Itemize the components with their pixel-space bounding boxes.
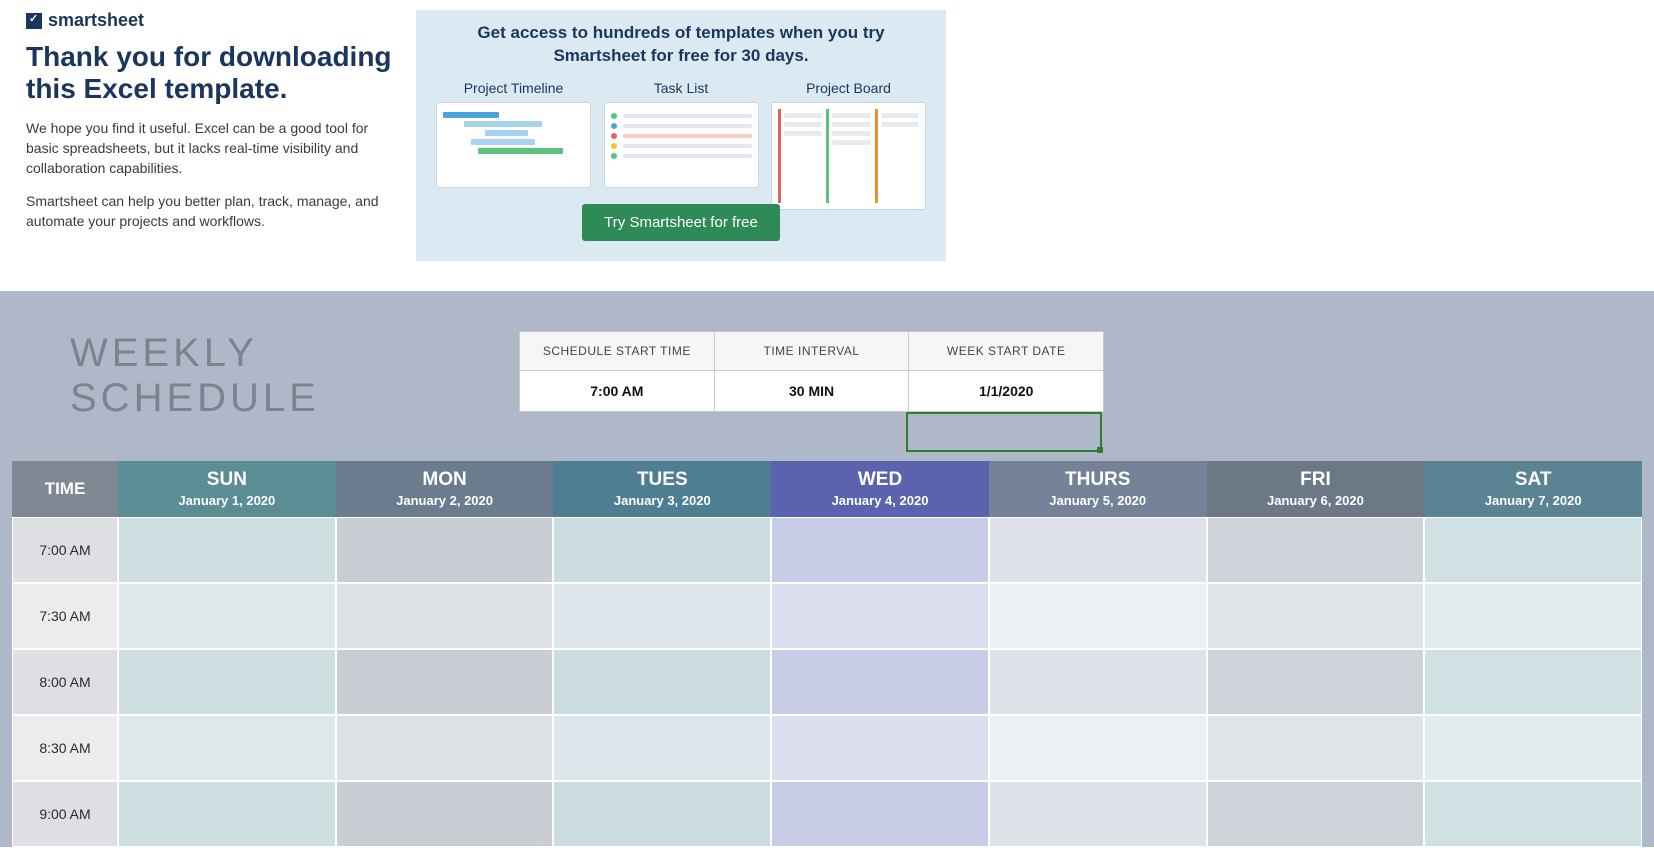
calendar-cell[interactable] — [553, 715, 771, 781]
calendar-cell[interactable] — [771, 715, 989, 781]
calendar-cell[interactable] — [118, 649, 336, 715]
time-header: TIME — [12, 461, 118, 517]
time-slot: 9:00 AM — [12, 781, 118, 847]
day-header: TUESJanuary 3, 2020 — [553, 461, 771, 517]
calendar-cell[interactable] — [1424, 583, 1642, 649]
time-column: TIME7:00 AM7:30 AM8:00 AM8:30 AM9:00 AM — [12, 461, 118, 847]
calendar-cell[interactable] — [771, 517, 989, 583]
calendar-cell[interactable] — [336, 715, 554, 781]
calendar-cell[interactable] — [771, 583, 989, 649]
settings-value-interval[interactable]: 30 MIN — [714, 370, 909, 411]
day-column-thurs: THURSJanuary 5, 2020 — [989, 461, 1207, 847]
day-column-fri: FRIJanuary 6, 2020 — [1207, 461, 1425, 847]
settings-header: SCHEDULE START TIME — [519, 331, 714, 370]
thumbnail-gantt-icon — [436, 102, 591, 188]
thumbnail-tasklist-icon — [604, 102, 759, 188]
time-slot: 7:30 AM — [12, 583, 118, 649]
day-header: MONJanuary 2, 2020 — [336, 461, 554, 517]
template-card-row: Project Timeline Task List — [436, 80, 926, 188]
time-slot: 8:00 AM — [12, 649, 118, 715]
calendar-cell[interactable] — [989, 649, 1207, 715]
template-card-tasklist[interactable]: Task List — [604, 80, 759, 188]
calendar-cell[interactable] — [1207, 781, 1425, 847]
template-card-board[interactable]: Project Board — [771, 80, 926, 188]
calendar-cell[interactable] — [118, 781, 336, 847]
calendar-cell[interactable] — [118, 715, 336, 781]
day-column-mon: MONJanuary 2, 2020 — [336, 461, 554, 847]
schedule-title: WEEKLY SCHEDULE — [70, 331, 519, 421]
day-header: SUNJanuary 1, 2020 — [118, 461, 336, 517]
brand: smartsheet — [26, 10, 396, 31]
calendar-cell[interactable] — [118, 583, 336, 649]
calendar-cell[interactable] — [989, 715, 1207, 781]
calendar-cell[interactable] — [1424, 715, 1642, 781]
calendar-cell[interactable] — [1424, 517, 1642, 583]
day-header: SATJanuary 7, 2020 — [1424, 461, 1642, 517]
template-card-label: Project Board — [771, 80, 926, 96]
calendar-cell[interactable] — [553, 649, 771, 715]
calendar-cell[interactable] — [118, 517, 336, 583]
day-header: WEDJanuary 4, 2020 — [771, 461, 989, 517]
calendar-cell[interactable] — [336, 649, 554, 715]
day-column-wed: WEDJanuary 4, 2020 — [771, 461, 989, 847]
template-card-timeline[interactable]: Project Timeline — [436, 80, 591, 188]
schedule-top: WEEKLY SCHEDULE SCHEDULE START TIME TIME… — [0, 331, 1654, 461]
promo-panel: smartsheet Thank you for downloading thi… — [0, 0, 1654, 271]
calendar-cell[interactable] — [336, 517, 554, 583]
calendar-cell[interactable] — [989, 583, 1207, 649]
promo-left: smartsheet Thank you for downloading thi… — [26, 10, 396, 245]
thank-you-heading: Thank you for downloading this Excel tem… — [26, 41, 396, 105]
settings-header: TIME INTERVAL — [714, 331, 909, 370]
thumbnail-board-icon — [771, 102, 926, 210]
calendar-cell[interactable] — [1207, 583, 1425, 649]
calendar-cell[interactable] — [336, 583, 554, 649]
calendar-cell[interactable] — [1424, 781, 1642, 847]
calendar-cell[interactable] — [553, 781, 771, 847]
time-slot: 8:30 AM — [12, 715, 118, 781]
brand-logo-icon — [26, 13, 42, 29]
day-column-tues: TUESJanuary 3, 2020 — [553, 461, 771, 847]
day-column-sun: SUNJanuary 1, 2020 — [118, 461, 336, 847]
settings-value-start-date[interactable]: 1/1/2020 — [909, 370, 1104, 411]
settings-value-start-time[interactable]: 7:00 AM — [519, 370, 714, 411]
calendar-cell[interactable] — [553, 583, 771, 649]
calendar-cell[interactable] — [989, 517, 1207, 583]
day-column-sat: SATJanuary 7, 2020 — [1424, 461, 1642, 847]
try-free-button[interactable]: Try Smartsheet for free — [582, 204, 780, 241]
schedule-settings-table: SCHEDULE START TIME TIME INTERVAL WEEK S… — [519, 331, 1104, 412]
calendar-cell[interactable] — [1207, 715, 1425, 781]
time-slot: 7:00 AM — [12, 517, 118, 583]
calendar-cell[interactable] — [336, 781, 554, 847]
calendar-cell[interactable] — [1424, 649, 1642, 715]
calendar-cell[interactable] — [771, 649, 989, 715]
brand-name: smartsheet — [48, 10, 144, 31]
promo-paragraph-2: Smartsheet can help you better plan, tra… — [26, 192, 386, 231]
calendar-cell[interactable] — [1207, 517, 1425, 583]
schedule-area: WEEKLY SCHEDULE SCHEDULE START TIME TIME… — [0, 291, 1654, 847]
calendar-grid: TIME7:00 AM7:30 AM8:00 AM8:30 AM9:00 AMS… — [12, 461, 1642, 847]
day-header: FRIJanuary 6, 2020 — [1207, 461, 1425, 517]
calendar-cell[interactable] — [771, 781, 989, 847]
settings-header: WEEK START DATE — [909, 331, 1104, 370]
template-card-label: Task List — [604, 80, 759, 96]
calendar-cell[interactable] — [553, 517, 771, 583]
day-header: THURSJanuary 5, 2020 — [989, 461, 1207, 517]
template-card-label: Project Timeline — [436, 80, 591, 96]
promo-right: Get access to hundreds of templates when… — [416, 10, 946, 261]
calendar-cell[interactable] — [989, 781, 1207, 847]
promo-headline: Get access to hundreds of templates when… — [436, 22, 926, 68]
calendar-cell[interactable] — [1207, 649, 1425, 715]
promo-paragraph-1: We hope you find it useful. Excel can be… — [26, 119, 386, 178]
